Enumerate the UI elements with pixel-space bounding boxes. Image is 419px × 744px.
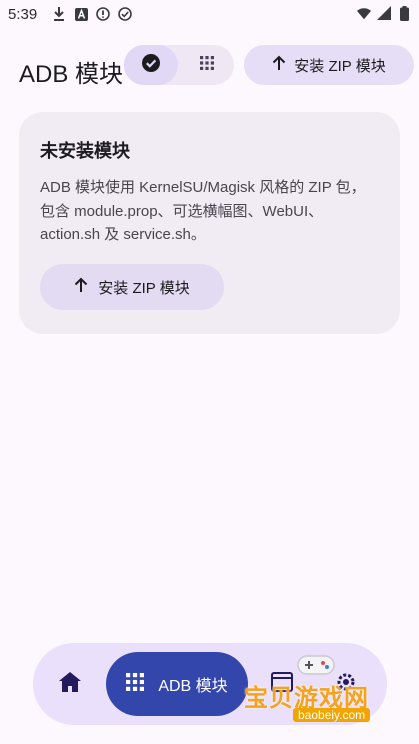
install-zip-label: 安装 ZIP 模块 <box>98 279 190 297</box>
arrow-up-icon <box>74 277 88 297</box>
watermark: 宝贝游戏网 baobeiy.com <box>238 652 398 732</box>
view-toggle-selected[interactable] <box>124 45 178 85</box>
font-a-icon <box>74 7 88 21</box>
install-zip-label: 安装 ZIP 模块 <box>294 57 386 75</box>
check-circle-icon <box>118 7 132 21</box>
gamepad-icon <box>296 652 336 678</box>
status-bar: 5:39 <box>0 0 419 30</box>
nav-item-adb-modules[interactable]: ADB 模块 <box>106 652 248 716</box>
signal-icon <box>377 6 391 20</box>
nav-item-label: ADB 模块 <box>158 678 228 695</box>
download-icon <box>52 7 66 21</box>
nav-item-home[interactable] <box>55 669 85 699</box>
view-toggle <box>124 45 234 85</box>
home-icon <box>59 671 81 697</box>
install-zip-button[interactable]: 安装 ZIP 模块 <box>40 264 224 310</box>
grid-icon <box>126 672 145 696</box>
install-zip-button-top[interactable]: 安装 ZIP 模块 <box>244 45 414 85</box>
arrow-up-icon <box>272 55 286 75</box>
top-app-bar: ADB 模块 安装 ZIP 模块 <box>0 44 419 88</box>
watermark-url: baobeiy.com <box>293 708 371 722</box>
page-title: ADB 模块 <box>19 61 123 88</box>
check-circle-icon <box>141 53 161 78</box>
alert-circle-icon <box>96 7 110 21</box>
card-description: ADB 模块使用 KernelSU/Magisk 风格的 ZIP 包，包含 mo… <box>40 179 366 243</box>
status-time: 5:39 <box>8 6 38 23</box>
grid-icon <box>200 55 214 75</box>
card-title: 未安装模块 <box>40 141 130 161</box>
wifi-icon <box>357 6 371 20</box>
empty-module-card: 未安装模块 ADB 模块使用 KernelSU/Magisk 风格的 ZIP 包… <box>19 112 400 334</box>
view-toggle-grid[interactable] <box>180 45 234 85</box>
battery-icon <box>397 5 411 21</box>
